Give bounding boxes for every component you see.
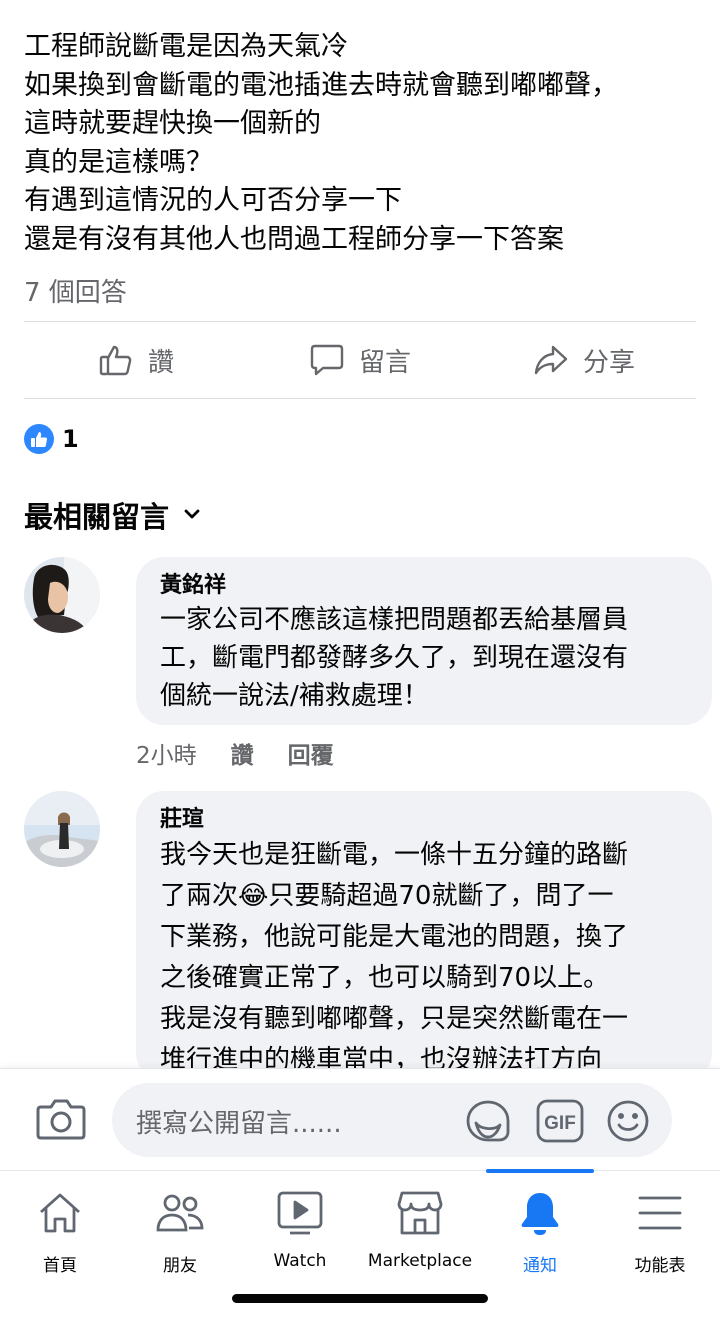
comment-label: 留言 bbox=[358, 347, 411, 378]
tab-label: 首頁 bbox=[43, 1256, 77, 1276]
emoji-icon[interactable] bbox=[606, 1099, 650, 1147]
comment-meta: 2小時 讚 回覆 bbox=[136, 736, 334, 770]
comment-input[interactable]: 撰寫公開留言...... GIF bbox=[112, 1083, 672, 1157]
comment-author[interactable]: 黃銘祥 bbox=[160, 571, 688, 601]
tab-marketplace[interactable]: Marketplace bbox=[360, 1171, 480, 1291]
comment-time: 2小時 bbox=[136, 743, 197, 769]
tab-menu[interactable]: 功能表 bbox=[600, 1171, 720, 1291]
tab-label: Marketplace bbox=[367, 1251, 473, 1271]
share-button[interactable]: 分享 bbox=[472, 342, 696, 379]
camera-icon[interactable] bbox=[36, 1097, 86, 1145]
home-icon bbox=[37, 1189, 83, 1237]
marketplace-icon bbox=[396, 1189, 444, 1237]
like-reaction-icon bbox=[24, 424, 54, 454]
tab-label: Watch bbox=[273, 1251, 327, 1271]
comment-line: 了兩次😂只要騎超過70就斷了，問了一 bbox=[160, 881, 614, 911]
reaction-count: 1 bbox=[62, 425, 79, 453]
avatar[interactable] bbox=[24, 791, 100, 867]
comment-line: 我今天也是狂斷電，一條十五分鐘的路斷 bbox=[160, 840, 629, 870]
post-line: 還是有沒有其他人也問過工程師分享一下答案 bbox=[24, 223, 564, 255]
friends-icon bbox=[155, 1189, 205, 1237]
reaction-summary[interactable]: 1 bbox=[24, 424, 79, 454]
thumbs-up-icon bbox=[98, 342, 134, 378]
post-line: 真的是這樣嗎？ bbox=[24, 146, 213, 178]
watch-icon bbox=[276, 1189, 324, 1237]
tab-notifications[interactable]: 通知 bbox=[480, 1171, 600, 1291]
comment-line: 一家公司不應該這樣把問題都丟給基層員 bbox=[160, 605, 629, 635]
share-label: 分享 bbox=[582, 347, 635, 378]
like-label: 讚 bbox=[147, 347, 174, 378]
chevron-down-icon bbox=[181, 498, 203, 532]
home-indicator[interactable] bbox=[232, 1294, 488, 1303]
comment-composer: 撰寫公開留言...... GIF bbox=[0, 1068, 720, 1170]
gif-label: GIF bbox=[544, 1113, 576, 1134]
comment-like-button[interactable]: 讚 bbox=[231, 736, 254, 770]
answer-count[interactable]: 7 個回答 bbox=[24, 272, 127, 309]
tab-home[interactable]: 首頁 bbox=[0, 1171, 120, 1291]
comment-author[interactable]: 莊瑄 bbox=[160, 805, 688, 835]
bell-icon bbox=[518, 1189, 562, 1237]
like-button[interactable]: 讚 bbox=[24, 342, 248, 379]
tab-label: 朋友 bbox=[163, 1256, 197, 1276]
share-icon bbox=[533, 342, 569, 378]
post-line: 有遇到這情況的人可否分享一下 bbox=[24, 185, 402, 216]
divider bbox=[24, 398, 696, 399]
tab-friends[interactable]: 朋友 bbox=[120, 1171, 240, 1291]
post-text: 工程師說斷電是因為天氣冷 如果換到會斷電的電池插進去時就會聽到嘟嘟聲， 這時就要… bbox=[24, 28, 704, 259]
comment-bubble: 黃銘祥 一家公司不應該這樣把問題都丟給基層員 工，斷電門都發酵多久了，到現在還沒… bbox=[136, 557, 712, 725]
comment-text: 我今天也是狂斷電，一條十五分鐘的路斷 了兩次😂只要騎超過70就斷了，問了一 下業… bbox=[160, 835, 688, 1081]
comment-line: 下業務，他說可能是大電池的問題，換了 bbox=[160, 922, 629, 952]
post-line: 如果換到會斷電的電池插進去時就會聽到嘟嘟聲， bbox=[24, 69, 618, 101]
sticker-icon[interactable] bbox=[464, 1099, 512, 1147]
comment-line: 之後確實正常了，也可以騎到70以上。 bbox=[160, 963, 610, 993]
comment-reply-button[interactable]: 回覆 bbox=[288, 736, 334, 770]
post-action-bar: 讚 留言 分享 bbox=[24, 322, 696, 398]
menu-icon bbox=[637, 1189, 683, 1237]
tab-label: 功能表 bbox=[634, 1256, 686, 1276]
comment-sort-dropdown[interactable]: 最相關留言 bbox=[24, 494, 203, 536]
avatar[interactable] bbox=[24, 557, 100, 633]
post-line: 工程師說斷電是因為天氣冷 bbox=[24, 31, 348, 62]
comment-icon bbox=[309, 342, 345, 378]
post-line: 這時就要趕快換一個新的 bbox=[24, 108, 321, 139]
comment-bubble: 莊瑄 我今天也是狂斷電，一條十五分鐘的路斷 了兩次😂只要騎超過70就斷了，問了一… bbox=[136, 791, 712, 1081]
comment-line: 個統一說法/補救處理！ bbox=[160, 681, 429, 711]
comment-line: 我是沒有聽到嘟嘟聲，只是突然斷電在一 bbox=[160, 1004, 629, 1034]
gif-icon[interactable]: GIF bbox=[536, 1099, 584, 1147]
comment-button[interactable]: 留言 bbox=[248, 342, 472, 379]
sort-label: 最相關留言 bbox=[24, 500, 170, 534]
comment-line: 工，斷電門都發酵多久了，到現在還沒有 bbox=[160, 643, 629, 673]
comment-text: 一家公司不應該這樣把問題都丟給基層員 工，斷電門都發酵多久了，到現在還沒有 個統… bbox=[160, 601, 688, 715]
tab-label: 通知 bbox=[523, 1256, 557, 1276]
comment-placeholder: 撰寫公開留言...... bbox=[136, 1109, 342, 1139]
tab-watch[interactable]: Watch bbox=[240, 1171, 360, 1291]
